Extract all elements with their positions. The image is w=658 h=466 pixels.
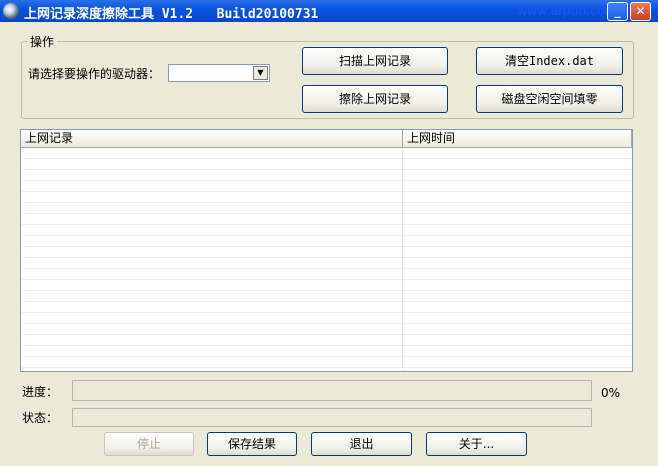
status-label: 状态：	[22, 411, 59, 425]
list-row-empty	[21, 225, 632, 236]
column-header-time[interactable]: 上网时间	[403, 130, 632, 147]
drive-label: 请选择要操作的驱动器：	[28, 67, 161, 81]
close-icon: ✕	[635, 4, 646, 18]
list-row-empty	[21, 291, 632, 302]
app-icon[interactable]	[3, 3, 19, 19]
minimize-button[interactable]: _	[607, 2, 628, 21]
list-row-empty	[21, 258, 632, 269]
list-row-empty	[21, 269, 632, 280]
list-row-empty	[21, 214, 632, 225]
save-results-button[interactable]: 保存结果	[207, 432, 297, 456]
minimize-icon: _	[614, 4, 621, 18]
list-row-empty	[21, 159, 632, 170]
exit-button[interactable]: 退出	[311, 432, 412, 456]
about-button[interactable]: 关于...	[426, 432, 527, 456]
list-row-empty	[21, 181, 632, 192]
close-button[interactable]: ✕	[630, 2, 651, 21]
watermark-text: www.arpun.com	[517, 2, 617, 18]
list-row-empty	[21, 313, 632, 324]
drive-select[interactable]: ▼	[168, 64, 270, 82]
list-row-empty	[21, 192, 632, 203]
column-separator	[402, 148, 403, 371]
list-row-empty	[21, 203, 632, 214]
status-field	[72, 408, 592, 427]
list-row-empty	[21, 148, 632, 159]
clear-index-button[interactable]: 清空Index.dat	[476, 47, 623, 75]
erase-records-button[interactable]: 擦除上网记录	[302, 85, 448, 113]
list-header: 上网记录 上网时间	[21, 130, 632, 148]
list-row-empty	[21, 324, 632, 335]
progress-label: 进度：	[22, 385, 59, 399]
progress-percent: 0%	[601, 386, 621, 400]
chevron-down-icon[interactable]: ▼	[253, 66, 268, 80]
window-title: 上网记录深度擦除工具 V1.2 Build20100731	[24, 7, 319, 22]
column-header-record[interactable]: 上网记录	[21, 130, 403, 147]
list-row-empty	[21, 247, 632, 258]
list-body[interactable]	[21, 148, 632, 371]
title-bar: 上网记录深度擦除工具 V1.2 Build20100731 www.arpun.…	[0, 0, 658, 22]
stop-button[interactable]: 停止	[104, 432, 194, 456]
operation-group-title: 操作	[27, 33, 58, 50]
list-row-empty	[21, 357, 632, 368]
list-row-empty	[21, 335, 632, 346]
list-row-empty	[21, 236, 632, 247]
list-row-empty	[21, 280, 632, 291]
list-row-empty	[21, 170, 632, 181]
progress-bar	[72, 380, 592, 401]
list-row-empty	[21, 346, 632, 357]
list-row-empty	[21, 302, 632, 313]
records-list[interactable]: 上网记录 上网时间	[20, 129, 633, 372]
scan-records-button[interactable]: 扫描上网记录	[302, 47, 448, 75]
wipe-free-space-button[interactable]: 磁盘空闲空间填零	[476, 85, 623, 113]
